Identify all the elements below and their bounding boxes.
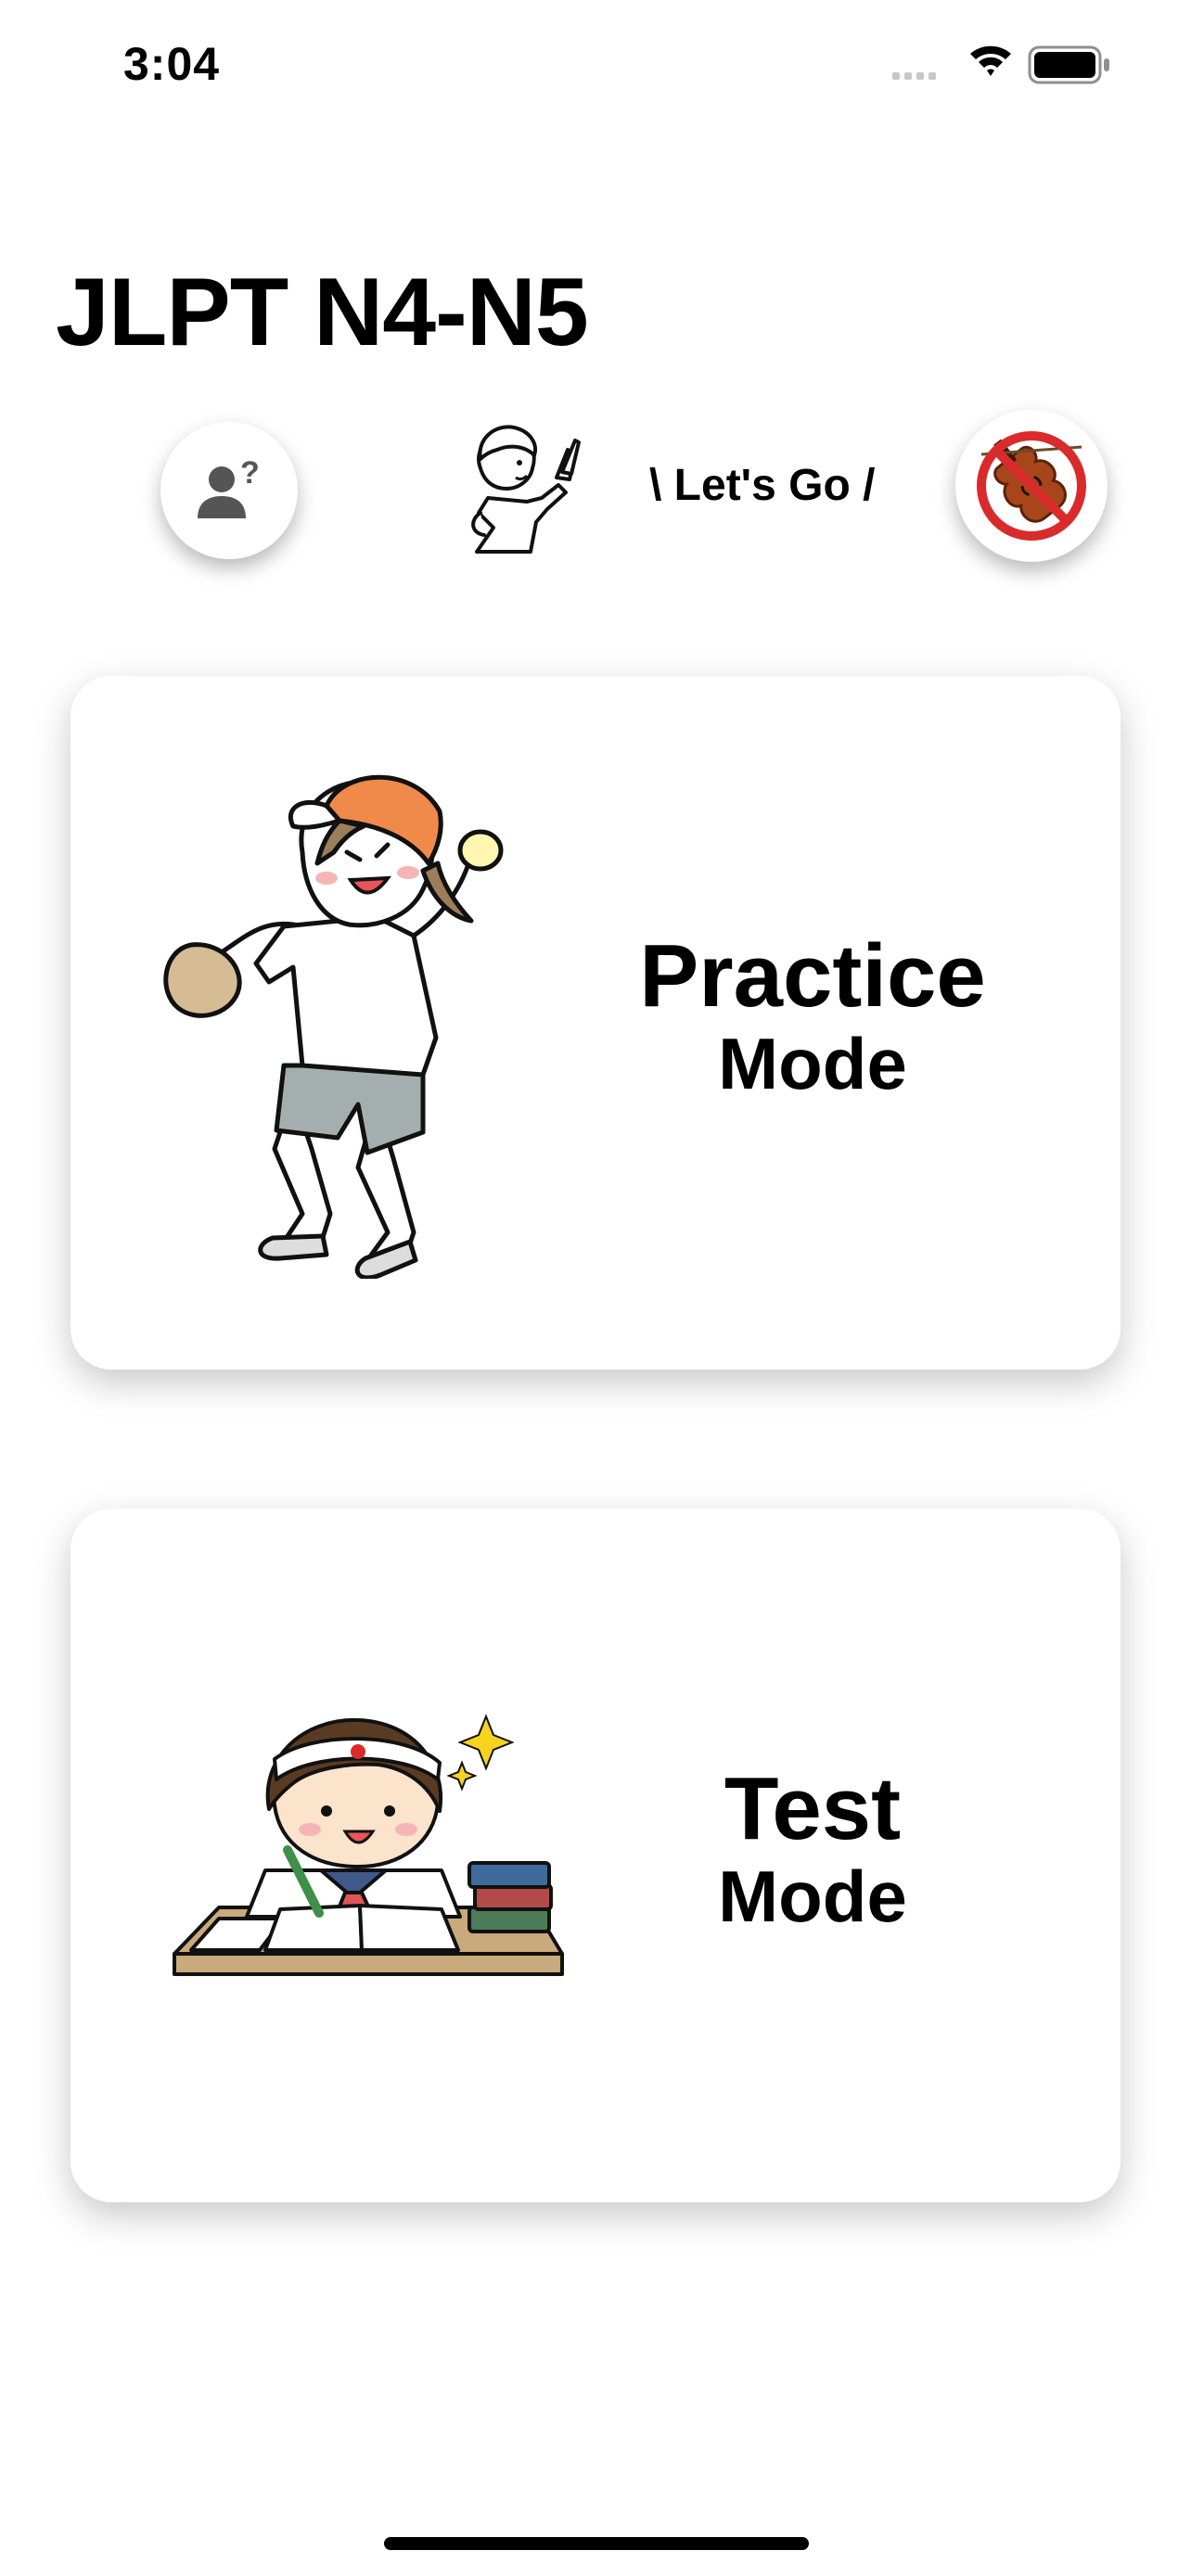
baseball-pitcher-illustration — [163, 774, 504, 1279]
practice-mode-title: Practice — [639, 926, 986, 1026]
status-icons — [892, 45, 1109, 84]
lets-go-tagline: \ Let's Go / — [649, 461, 876, 510]
test-mode-subtitle: Mode — [718, 1855, 907, 1937]
practice-mode-label: Practice Mode — [590, 928, 1035, 1103]
no-violin-icon — [977, 431, 1086, 541]
person-question-icon: ? — [198, 455, 260, 518]
studying-student-illustration — [173, 1714, 564, 1976]
status-bar: 3:04 — [0, 0, 1191, 139]
page-title: JLPT N4-N5 — [56, 259, 589, 366]
svg-text:?: ? — [240, 455, 260, 491]
help-button[interactable]: ? — [160, 422, 298, 559]
test-mode-card[interactable]: Test Mode — [70, 1509, 1121, 2202]
cellular-signal-icon — [892, 72, 936, 80]
wifi-icon — [970, 45, 1011, 76]
test-mode-label: Test Mode — [618, 1761, 1007, 1935]
test-mode-title: Test — [724, 1759, 902, 1858]
practice-mode-subtitle: Mode — [718, 1022, 907, 1104]
battery-icon — [1028, 45, 1109, 84]
home-indicator[interactable] — [384, 2537, 809, 2550]
sound-toggle-button[interactable] — [955, 410, 1108, 562]
pointing-boy-illustration — [471, 425, 581, 554]
status-time: 3:04 — [123, 38, 221, 90]
practice-mode-card[interactable]: Practice Mode — [70, 676, 1121, 1370]
